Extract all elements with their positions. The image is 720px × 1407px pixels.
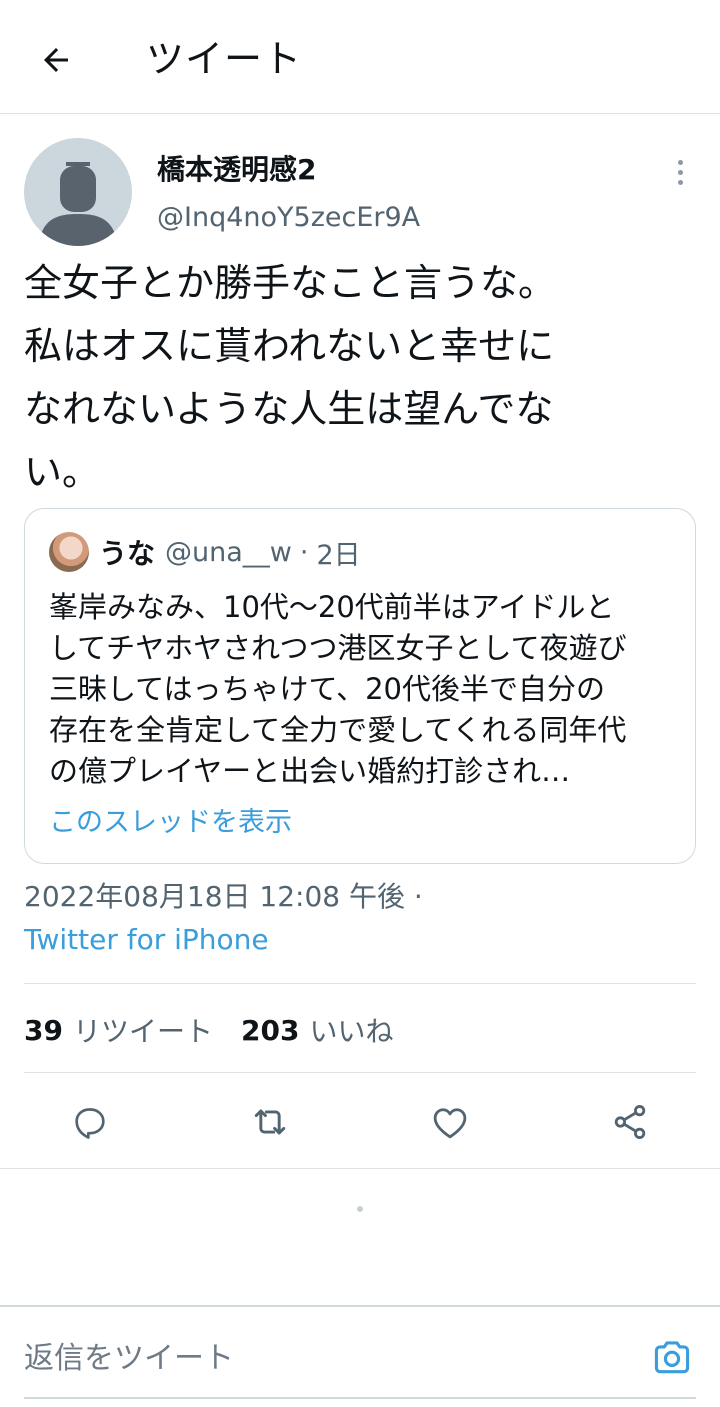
share-button[interactable] xyxy=(602,1094,658,1150)
tweet-text: 全女子とか勝手なこと言うな。 私はオスに貰われないと幸せに なれないような人生は… xyxy=(24,261,557,494)
likes-count: 203 xyxy=(240,1013,300,1047)
quoted-display-name: うな xyxy=(99,537,156,570)
quoted-time: 2日 xyxy=(316,539,361,571)
author-handle[interactable]: @Inq4noY5zecEr9A xyxy=(157,200,420,236)
quoted-avatar xyxy=(49,532,89,572)
reply-underline xyxy=(24,1397,696,1399)
more-dot-icon xyxy=(677,169,683,175)
tweet-source-link[interactable]: Twitter for iPhone xyxy=(24,921,269,959)
quoted-handle: @una__w xyxy=(165,536,292,568)
divider xyxy=(0,1168,720,1169)
top-bar: ツイート xyxy=(0,0,720,114)
retweet-icon xyxy=(254,1109,286,1135)
retweets-count: 39 xyxy=(24,1013,63,1047)
more-dot-icon xyxy=(677,179,683,185)
show-thread-link[interactable]: このスレッドを表示 xyxy=(49,805,292,841)
retweets-label: リツイート xyxy=(72,1015,213,1048)
likes-label: いいね xyxy=(309,1015,394,1048)
reply-input[interactable]: 返信をツイート xyxy=(24,1335,624,1383)
tweet-author: 橋本透明感2 @Inq4noY5zecEr9A xyxy=(24,138,696,248)
quoted-tweet-header: うな @una__w · 2日 xyxy=(49,531,361,573)
reply-button[interactable] xyxy=(62,1094,118,1150)
likes-stat[interactable]: 203 いいね xyxy=(241,1010,393,1050)
tweet-stats: 39 リツイート 203 いいね xyxy=(24,1008,421,1052)
quoted-tweet-card[interactable]: うな @una__w · 2日 峯岸みなみ、10代〜20代前半はアイドルと して… xyxy=(24,508,696,864)
tweet-actions xyxy=(0,1090,720,1154)
reply-icon xyxy=(75,1108,105,1139)
more-options-button[interactable] xyxy=(664,154,696,190)
default-avatar-icon xyxy=(38,162,118,246)
divider xyxy=(24,983,696,984)
loading-indicator xyxy=(357,1206,363,1212)
quoted-tweet-text: 峯岸みなみ、10代〜20代前半はアイドルと してチヤホヤされつつ港区女子として夜… xyxy=(49,590,627,788)
more-dot-icon xyxy=(677,159,683,165)
reply-bar: 返信をツイート xyxy=(0,1305,720,1407)
arrow-left-icon xyxy=(44,48,68,72)
share-icon xyxy=(614,1105,646,1139)
tweet-timestamp[interactable]: 2022年08月18日 12:08 午後 · xyxy=(24,878,423,916)
page-title: ツイート xyxy=(146,37,303,81)
back-button[interactable] xyxy=(30,34,82,86)
divider xyxy=(24,1072,696,1073)
camera-button[interactable] xyxy=(648,1333,696,1381)
like-button[interactable] xyxy=(422,1094,478,1150)
retweets-stat[interactable]: 39 リツイート xyxy=(24,1010,213,1050)
camera-icon xyxy=(654,1341,690,1374)
retweet-button[interactable] xyxy=(242,1094,298,1150)
author-display-name[interactable]: 橋本透明感2 xyxy=(157,151,316,189)
quoted-separator: · xyxy=(299,536,309,568)
like-icon xyxy=(433,1108,467,1139)
avatar[interactable] xyxy=(24,138,132,246)
